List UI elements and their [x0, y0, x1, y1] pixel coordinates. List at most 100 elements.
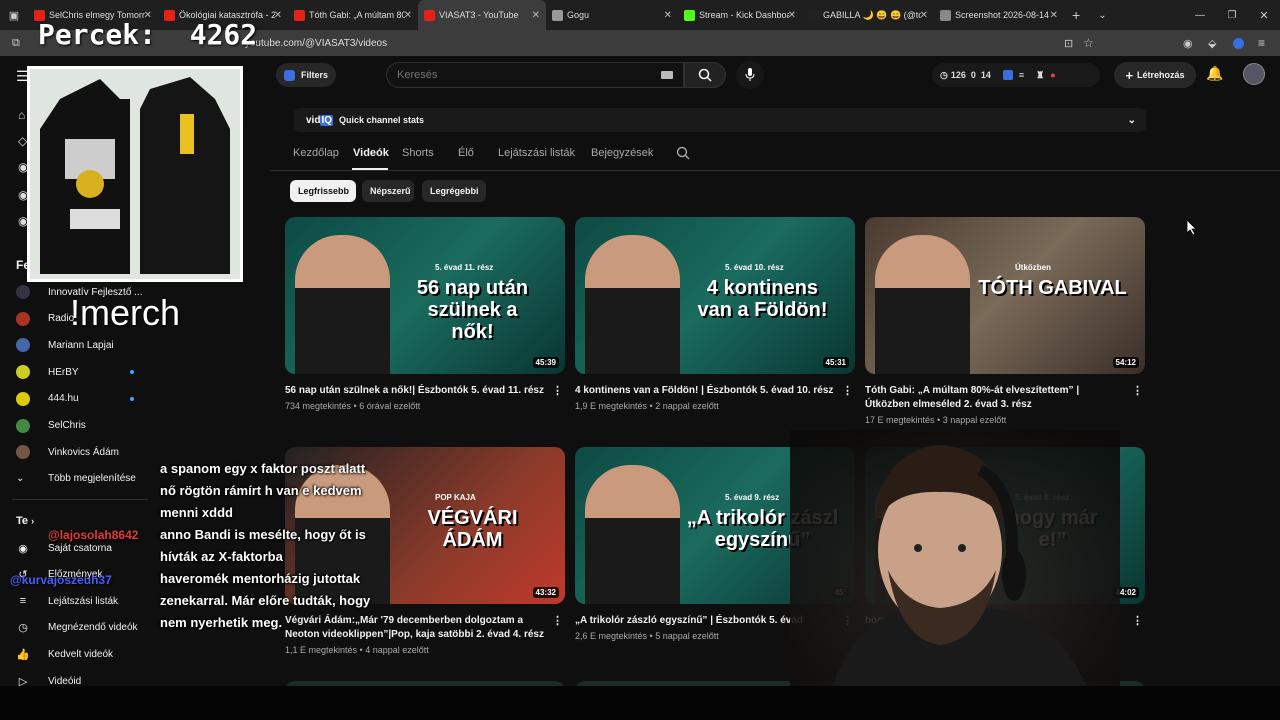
- video-thumbnail[interactable]: 5. évad 11. rész 56 nap után szülnek a nő…: [285, 217, 565, 374]
- more-options-icon[interactable]: ⋮: [552, 614, 563, 628]
- browser-tab[interactable]: Stream - Kick Dashboard✕: [678, 0, 802, 30]
- video-card[interactable]: Útközben TÓTH GABIVAL 54:12 Tóth Gabi: „A m…: [865, 217, 1145, 425]
- sort-chip[interactable]: Legfrissebb: [290, 180, 356, 202]
- profile-icon[interactable]: ◉: [1183, 37, 1193, 50]
- maximize-button[interactable]: ❐: [1216, 10, 1248, 21]
- channel-avatar: [16, 445, 30, 460]
- voice-search-button[interactable]: [736, 61, 764, 89]
- stream-bottom-bar: [0, 686, 1280, 720]
- sort-chip[interactable]: Legrégebbi: [422, 180, 486, 202]
- browser-tab[interactable]: VIASAT3 - YouTube ✕: [418, 0, 546, 30]
- chevron-down-icon[interactable]: ⌄: [1128, 115, 1136, 126]
- video-thumbnail[interactable]: 5. évad 10. rész 4 kontinens van a Földön…: [575, 217, 855, 374]
- video-title-text: 56 nap után szülnek a nők!| Észbontók 5.…: [285, 385, 544, 396]
- channel-tab[interactable]: Videók: [353, 147, 389, 159]
- thumbnail-headline: 4 kontinens van a Földön!: [697, 277, 828, 321]
- chat-line: hívták az X-faktorba: [160, 549, 283, 564]
- thumbnail-badge: 5. évad 9. rész: [725, 493, 780, 502]
- tab-close-icon[interactable]: ✕: [920, 10, 928, 21]
- video-title[interactable]: 56 nap után szülnek a nők!| Észbontók 5.…: [285, 384, 565, 398]
- vidiq-stats[interactable]: ◷ 126 0 14 ≡ ♜ ●: [932, 63, 1100, 87]
- tab-favicon-icon: [294, 9, 305, 21]
- extensions-icon[interactable]: ⬙: [1208, 37, 1216, 50]
- sidebar-subscription[interactable]: 444.hu: [16, 389, 134, 409]
- more-options-icon[interactable]: ⋮: [1132, 384, 1143, 398]
- thumbnail-person: [585, 235, 680, 374]
- thumbnail-person: [585, 465, 680, 604]
- sidebar-you-item[interactable]: ≡ Lejátszási listák: [16, 591, 118, 611]
- list-icon: ≡: [1018, 70, 1025, 80]
- sidebar-home-icon[interactable]: ⌂: [18, 108, 25, 122]
- channel-search-icon[interactable]: [676, 146, 690, 160]
- minimize-button[interactable]: —: [1184, 10, 1216, 21]
- create-button[interactable]: + Létrehozás: [1114, 62, 1196, 88]
- sidebar-toggle-icon[interactable]: ⧉: [12, 37, 20, 50]
- notifications-bell-icon[interactable]: 🔔: [1206, 65, 1223, 82]
- sidebar-subscription[interactable]: Radio: [16, 309, 74, 329]
- sidebar-you-item[interactable]: ◷ Megnézendő videók: [16, 618, 137, 638]
- tab-title: Tóth Gabi: „A múltam 80%: [309, 10, 405, 20]
- browser-tab[interactable]: Screenshot 2026-08-14 00012✕: [934, 0, 1064, 30]
- account-avatar[interactable]: [1243, 63, 1265, 85]
- channel-tab[interactable]: Lejátszási listák: [498, 147, 575, 159]
- video-duration: 43:32: [532, 587, 559, 598]
- sidebar-subscription[interactable]: SelChris: [16, 416, 86, 436]
- more-options-icon[interactable]: ⋮: [1132, 614, 1143, 628]
- url-text[interactable]: youtube.com/@VIASAT3/videos: [245, 38, 387, 49]
- install-app-icon[interactable]: ⊡: [1064, 37, 1073, 50]
- browser-more-icon[interactable]: ≡: [1258, 36, 1265, 50]
- sidebar-subscription[interactable]: Mariann Lapjai: [16, 335, 114, 355]
- video-title[interactable]: Tóth Gabi: „A múltam 80%-át elveszítette…: [865, 384, 1145, 412]
- new-tab-button[interactable]: +: [1072, 7, 1080, 23]
- sidebar-shorts-icon[interactable]: ◇: [18, 134, 27, 148]
- bookmark-star-icon[interactable]: ☆: [1083, 36, 1094, 50]
- browser-tab[interactable]: GABILLA 🌙 😄 😄 (@toth ✕: [802, 0, 934, 30]
- search-button[interactable]: [684, 62, 726, 88]
- filters-button[interactable]: Filters: [276, 63, 336, 87]
- tab-close-icon[interactable]: ✕: [404, 10, 412, 21]
- tab-close-icon[interactable]: ✕: [532, 10, 540, 21]
- video-title[interactable]: 4 kontinens van a Földön! | Észbontók 5.…: [575, 384, 855, 398]
- tab-close-icon[interactable]: ✕: [1050, 10, 1058, 21]
- browser-tab[interactable]: Tóth Gabi: „A múltam 80% ✕: [288, 0, 418, 30]
- sidebar-subscription[interactable]: Vinkovics Ádám: [16, 442, 119, 462]
- sidebar-you-item[interactable]: 👍 Kedvelt videók: [16, 644, 113, 664]
- extension-badge-icon[interactable]: [1233, 37, 1244, 49]
- vidiq-logo: vidIQ: [306, 114, 334, 126]
- create-label: Létrehozás: [1137, 70, 1185, 80]
- browser-menu-icon[interactable]: ▣: [0, 9, 28, 22]
- search-input[interactable]: [397, 69, 637, 81]
- you-title-label: Te: [16, 515, 29, 527]
- close-window-button[interactable]: ✕: [1248, 9, 1280, 22]
- channel-tab[interactable]: Kezdőlap: [293, 147, 339, 159]
- browser-tab[interactable]: Gogu ✕: [546, 0, 678, 30]
- show-more-button[interactable]: ⌄ Több megjelenítése: [16, 468, 136, 488]
- new-content-dot: [130, 396, 134, 401]
- tab-close-icon[interactable]: ✕: [664, 10, 672, 21]
- sort-chip[interactable]: Népszerű: [362, 180, 414, 202]
- more-options-icon[interactable]: ⋮: [552, 384, 563, 398]
- tab-close-icon[interactable]: ✕: [274, 10, 282, 21]
- playlist-icon: ≡: [19, 595, 27, 608]
- subscription-name: HErBY: [48, 366, 79, 378]
- sidebar-subscription[interactable]: HErBY: [16, 362, 134, 382]
- vidiq-panel-title: Quick channel stats: [339, 115, 425, 125]
- video-card[interactable]: 5. évad 11. rész 56 nap után szülnek a nő…: [285, 217, 565, 411]
- channel-icon: ◉: [18, 542, 28, 555]
- you-section-title[interactable]: Te ›: [16, 515, 34, 527]
- vidiq-stats-panel[interactable]: vidIQ Quick channel stats ⌄: [294, 108, 1146, 132]
- search-box[interactable]: [386, 62, 684, 88]
- channel-tab[interactable]: Élő: [458, 147, 474, 159]
- more-options-icon[interactable]: ⋮: [842, 384, 853, 398]
- video-thumbnail[interactable]: Útközben TÓTH GABIVAL 54:12: [865, 217, 1145, 374]
- channel-avatar: [16, 285, 30, 299]
- tab-search-icon[interactable]: ⌄: [1098, 10, 1106, 21]
- video-title-text: 4 kontinens van a Földön! | Észbontók 5.…: [575, 385, 834, 396]
- tab-close-icon[interactable]: ✕: [788, 10, 796, 21]
- keyboard-icon[interactable]: [661, 71, 673, 79]
- trophy-icon: ♜: [1036, 69, 1045, 80]
- video-card[interactable]: 5. évad 10. rész 4 kontinens van a Földön…: [575, 217, 855, 411]
- channel-tab[interactable]: Shorts: [402, 147, 434, 159]
- tab-favicon-icon: [808, 9, 819, 21]
- channel-tab[interactable]: Bejegyzések: [591, 147, 653, 159]
